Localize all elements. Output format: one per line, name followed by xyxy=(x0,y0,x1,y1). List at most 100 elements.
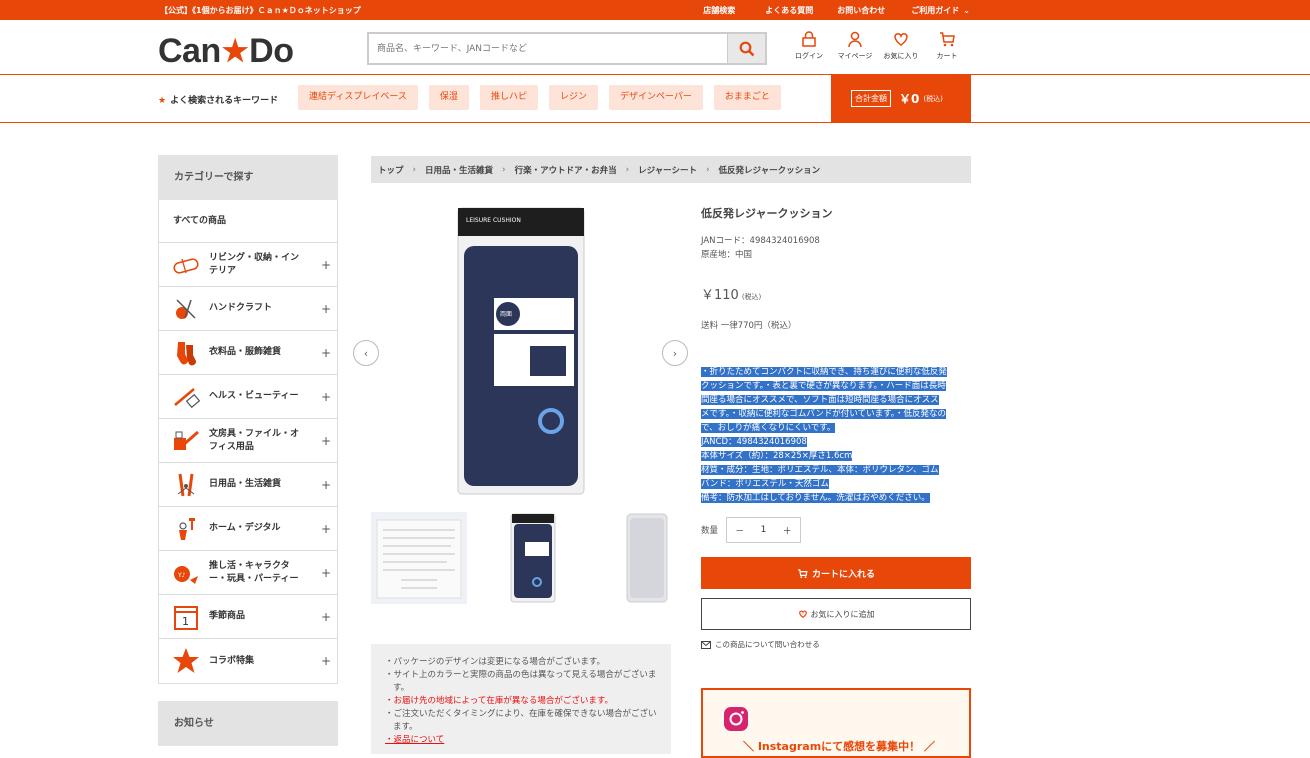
cart-total[interactable]: 合計金額 ￥0 (税込) xyxy=(831,75,971,122)
instagram-icon xyxy=(724,707,748,731)
top-link-contact[interactable]: お問い合わせ xyxy=(837,5,885,16)
breadcrumb-item[interactable]: トップ xyxy=(378,164,404,176)
total-amount: ￥0 xyxy=(899,92,920,106)
top-link-store-search[interactable]: 店舗検索 xyxy=(703,5,735,16)
note-item: ・お届け先の地域によって在庫が異なる場合がございます。 xyxy=(385,696,613,706)
keyword-bar: ★ よく検索されるキーワード 連結ディスプレイベース 保湿 推しハピ レジン デザ… xyxy=(0,75,1310,123)
jan-code: JANコード：4984324016908 xyxy=(701,236,820,246)
add-to-cart-button[interactable]: カートに入れる xyxy=(701,557,971,589)
total-label: 合計金額 xyxy=(851,90,891,107)
logo[interactable]: Can ★ Do xyxy=(158,32,294,70)
heart-icon xyxy=(798,610,807,619)
total-tax: (税込) xyxy=(923,94,943,103)
expand-icon[interactable]: + xyxy=(321,522,331,536)
product-price: ￥110 (税込) xyxy=(701,288,762,303)
expand-icon[interactable]: + xyxy=(321,610,331,624)
top-link-faq[interactable]: よくある質問 xyxy=(765,5,813,16)
svg-text:Y♪: Y♪ xyxy=(177,572,186,579)
star-icon xyxy=(171,646,201,676)
search-button[interactable] xyxy=(727,34,765,63)
lock-icon xyxy=(802,31,816,47)
expand-icon[interactable]: + xyxy=(321,302,331,316)
expand-icon[interactable]: + xyxy=(321,566,331,580)
keyword-tag[interactable]: レジン xyxy=(548,85,598,110)
breadcrumb-item[interactable]: 行楽・アウトドア・お弁当 xyxy=(515,164,617,176)
expand-icon[interactable]: + xyxy=(321,258,331,272)
chevron-right-icon: › xyxy=(672,346,678,360)
category-item-collab[interactable]: コラボ特集 + xyxy=(159,639,337,683)
header: Can★Do ログイン マイページ お気に入り カート xyxy=(0,20,1310,75)
category-list: すべての商品 リビング・収納・イン テリア + ハンドクラフト + 衣料品・服飾雑… xyxy=(158,200,338,684)
shipping-info: 送料 一律770円（税込） xyxy=(701,321,797,331)
add-to-favorites-button[interactable]: お気に入りに追加 xyxy=(701,598,971,630)
note-item: ・ご注文いただくタイミングにより、在庫を確保できない場合がございます。 xyxy=(385,709,657,732)
party-icon: Y♪ xyxy=(171,558,201,588)
sock-icon xyxy=(171,338,201,368)
category-heading: カテゴリーで探す xyxy=(158,155,338,200)
keyword-tag[interactable]: 保湿 xyxy=(428,85,469,110)
keyword-tag[interactable]: 連結ディスプレイベース xyxy=(298,85,418,110)
expand-icon[interactable]: + xyxy=(321,346,331,360)
contact-link[interactable]: この商品について問い合わせる xyxy=(701,639,971,650)
login-button[interactable]: ログイン xyxy=(790,30,828,61)
quantity-plus-button[interactable]: ＋ xyxy=(783,524,792,537)
quantity-minus-button[interactable]: － xyxy=(735,524,744,537)
instagram-banner[interactable]: ＼ Instagramにて感想を募集中！ ／ xyxy=(701,688,971,758)
category-item-stationery[interactable]: 文房具・ファイル・オ フィス用品 + xyxy=(159,419,337,463)
category-sidebar: カテゴリーで探す すべての商品 リビング・収納・イン テリア + ハンドクラフト … xyxy=(158,155,338,746)
category-item-living[interactable]: リビング・収納・イン テリア + xyxy=(159,243,337,287)
handcraft-icon xyxy=(171,294,201,324)
thumbnail-back[interactable] xyxy=(371,512,467,604)
breadcrumb-item[interactable]: レジャーシート xyxy=(638,164,697,176)
expand-icon[interactable]: + xyxy=(321,434,331,448)
keyword-tag[interactable]: 推しハピ xyxy=(479,85,538,110)
category-item-seasonal[interactable]: 1 季節商品 + xyxy=(159,595,337,639)
breadcrumb-current: 低反発レジャークッション xyxy=(718,165,821,176)
category-item-handcraft[interactable]: ハンドクラフト + xyxy=(159,287,337,331)
user-icon xyxy=(848,31,862,48)
quantity-value[interactable]: 1 xyxy=(761,525,767,535)
category-item-daily-goods[interactable]: 日用品・生活雑貨 + xyxy=(159,463,337,507)
expand-icon[interactable]: + xyxy=(321,390,331,404)
category-item-fan-activities[interactable]: Y♪ 推し活・キャラクタ ー・玩具・パーティー + xyxy=(159,551,337,595)
heart-icon xyxy=(894,33,908,46)
expand-icon[interactable]: + xyxy=(321,478,331,492)
search-icon xyxy=(739,41,754,56)
category-all[interactable]: すべての商品 xyxy=(159,200,337,243)
product-description: ・折りたためてコンパクトに収納でき、持ち運びに便利な低反発 クッションです。・表… xyxy=(701,367,947,503)
calendar-icon: 1 xyxy=(171,602,201,632)
cart-button[interactable]: カート xyxy=(928,30,966,61)
returns-link[interactable]: ・返品について xyxy=(385,734,657,747)
thumbnail-front[interactable] xyxy=(485,512,581,604)
category-item-home-digital[interactable]: ホーム・デジタル + xyxy=(159,507,337,551)
svg-text:両面: 両面 xyxy=(500,311,512,318)
thumbnail-side[interactable] xyxy=(599,512,695,604)
svg-text:LEISURE CUSHION: LEISURE CUSHION xyxy=(466,217,521,224)
keyword-tag[interactable]: デザインペーパー xyxy=(608,85,703,110)
expand-icon[interactable]: + xyxy=(321,654,331,668)
mypage-button[interactable]: マイページ xyxy=(836,30,874,61)
prev-image-button[interactable]: ‹ xyxy=(353,340,379,366)
origin: 原産地：中国 xyxy=(701,250,753,260)
keyword-tag[interactable]: おままごと xyxy=(713,85,781,110)
cart-icon xyxy=(798,568,808,578)
next-image-button[interactable]: › xyxy=(662,340,688,366)
news-heading: お知らせ xyxy=(158,701,338,746)
quantity-row: 数量 － 1 ＋ xyxy=(701,517,971,543)
top-links: 店舗検索 よくある質問 お問い合わせ ご利用ガイド ⌄ xyxy=(703,0,970,20)
product-title: 低反発レジャークッション xyxy=(701,207,833,220)
top-bar: 【公式】《1個からお届け》Ｃａｎ★Ｄｏネットショップ 店舗検索 よくある質問 お… xyxy=(0,0,1310,20)
chevron-down-icon[interactable]: ⌄ xyxy=(963,6,970,15)
top-link-guide[interactable]: ご利用ガイド xyxy=(911,5,959,16)
product-notes: ・パッケージのデザインは変更になる場合がございます。 ・サイト上のカラーと実際の… xyxy=(371,644,671,754)
category-item-health-beauty[interactable]: ヘルス・ビューティー + xyxy=(159,375,337,419)
clothespin-icon xyxy=(171,470,201,500)
favorites-button[interactable]: お気に入り xyxy=(882,30,920,61)
toothbrush-icon xyxy=(171,382,201,412)
quantity-stepper: － 1 ＋ xyxy=(726,517,802,543)
category-item-clothing[interactable]: 衣料品・服飾雑貨 + xyxy=(159,331,337,375)
search-input[interactable] xyxy=(369,34,727,63)
breadcrumb-item[interactable]: 日用品・生活雑貨 xyxy=(425,164,493,176)
star-icon: ★ xyxy=(158,96,167,106)
quantity-label: 数量 xyxy=(701,526,719,536)
